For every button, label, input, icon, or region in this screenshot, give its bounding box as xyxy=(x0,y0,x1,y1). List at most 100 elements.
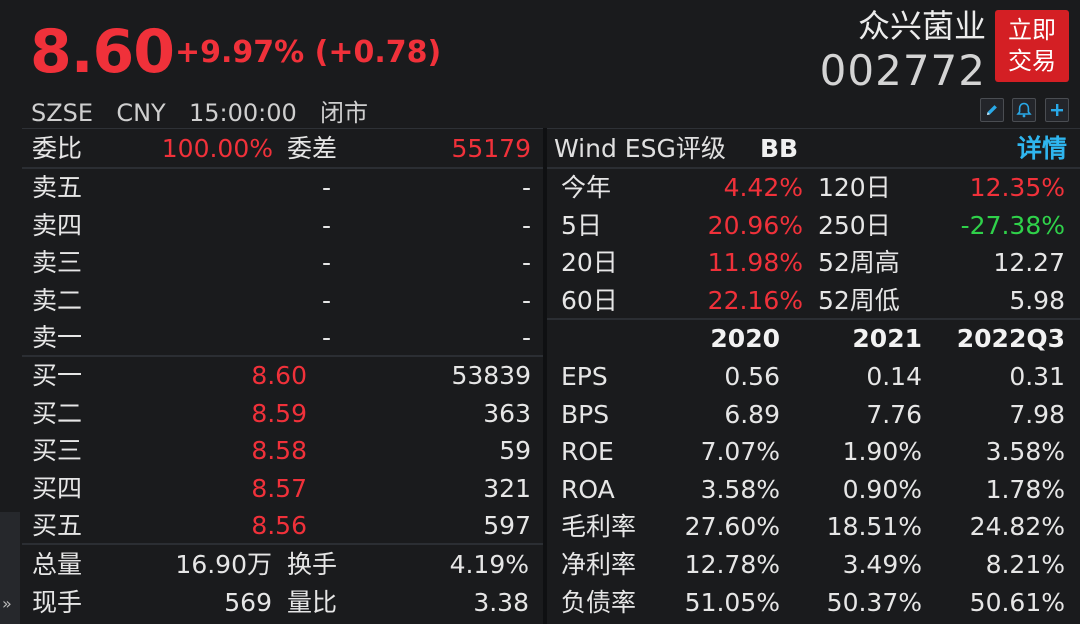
expand-icon[interactable]: » xyxy=(2,594,12,613)
ask-price: - xyxy=(321,285,331,315)
ask-price: - xyxy=(321,323,331,352)
weibi-row: 委比 100.00% 委差 55179 xyxy=(22,130,543,167)
esg-rating: BB xyxy=(760,134,799,163)
metric-value: 1.90% xyxy=(842,437,922,467)
period-label: 5日 xyxy=(561,210,602,240)
period-label: 今年 xyxy=(561,173,612,202)
metric-value: 7.76 xyxy=(866,399,922,429)
bid-price: 8.58 xyxy=(251,436,307,465)
last-price: 8.60 xyxy=(30,17,175,87)
metric-label: BPS xyxy=(561,399,610,429)
period-return: -27.38% xyxy=(960,210,1065,240)
ask-volume: - xyxy=(521,285,531,315)
ask-row: 卖三 - - xyxy=(22,244,543,281)
year-header: 2022Q3 xyxy=(956,324,1065,353)
stat-value: 3.38 xyxy=(473,588,529,617)
ask-price: - xyxy=(321,248,331,277)
esg-detail-link[interactable]: 详情 xyxy=(1017,130,1067,167)
year-header: 2020 xyxy=(710,324,780,353)
performance-row: 5日 20.96% 250日 -27.38% xyxy=(547,207,1080,244)
metric-value: 7.98 xyxy=(1009,399,1065,429)
period-return: 4.42% xyxy=(723,173,803,202)
stat-label: 总量 xyxy=(32,550,83,579)
metric-label: ROE xyxy=(561,437,614,467)
metric-label: ROA xyxy=(561,474,615,504)
ask-price: - xyxy=(321,210,331,240)
financials-row: ROE 7.07% 1.90% 3.58% xyxy=(547,433,1080,470)
metric-value: 0.56 xyxy=(724,362,780,391)
metric-value: 0.90% xyxy=(842,474,922,504)
bid-label: 买四 xyxy=(32,473,83,503)
esg-label: Wind ESG评级 xyxy=(554,134,726,163)
period-label: 60日 xyxy=(561,285,618,315)
period-label: 20日 xyxy=(561,248,618,277)
weibi-value: 100.00% xyxy=(161,134,273,163)
ask-label: 卖四 xyxy=(32,210,83,240)
ask-volume: - xyxy=(521,173,531,202)
order-book-panel: 委比 100.00% 委差 55179 卖五 - - 卖四 - - 卖三 - - 卖二 - - 卖一 - -… xyxy=(22,128,543,624)
period-return: 5.98 xyxy=(1009,285,1065,315)
metric-value: 50.37% xyxy=(826,587,922,617)
ask-volume: - xyxy=(521,210,531,240)
bid-row: 买一 8.60 53839 xyxy=(22,357,543,394)
esg-row: Wind ESG评级 BB 详情 xyxy=(547,130,1080,167)
financials-row: ROA 3.58% 0.90% 1.78% xyxy=(547,471,1080,508)
metric-value: 24.82% xyxy=(969,512,1065,542)
bid-volume: 321 xyxy=(483,473,531,503)
financials-header: 2020 2021 2022Q3 xyxy=(547,320,1080,357)
stat-value: 4.19% xyxy=(449,550,529,579)
trade-now-button[interactable]: 立即 交易 xyxy=(995,10,1069,82)
bid-price: 8.56 xyxy=(251,511,307,540)
pencil-icon[interactable] xyxy=(980,98,1004,122)
metric-value: 3.58% xyxy=(700,474,780,504)
bid-price: 8.60 xyxy=(251,361,307,390)
bell-icon[interactable] xyxy=(1012,98,1036,122)
period-return: 20.96% xyxy=(707,210,803,240)
bid-label: 买五 xyxy=(32,511,83,540)
stat-label: 现手 xyxy=(32,588,83,617)
stat-label: 换手 xyxy=(287,550,338,579)
period-label: 250日 xyxy=(818,210,891,240)
metric-label: EPS xyxy=(561,362,608,391)
metric-value: 8.21% xyxy=(985,550,1065,579)
metric-value: 0.14 xyxy=(866,362,922,391)
stat-value: 16.90万 xyxy=(175,550,272,579)
stock-name: 众兴菌业 xyxy=(857,7,986,45)
weibi-label: 委比 xyxy=(32,134,83,163)
year-header: 2021 xyxy=(852,324,922,353)
period-return: 12.35% xyxy=(969,173,1065,202)
financials-row: EPS 0.56 0.14 0.31 xyxy=(547,358,1080,395)
plus-icon[interactable] xyxy=(1045,98,1069,122)
stat-value: 569 xyxy=(224,588,272,617)
ask-price: - xyxy=(321,173,331,202)
bid-label: 买二 xyxy=(32,398,83,428)
metric-value: 0.31 xyxy=(1009,362,1065,391)
performance-row: 今年 4.42% 120日 12.35% xyxy=(547,169,1080,206)
metric-label: 毛利率 xyxy=(561,512,637,542)
bid-row: 买四 8.57 321 xyxy=(22,470,543,507)
ask-row: 卖四 - - xyxy=(22,207,543,244)
metric-value: 1.78% xyxy=(985,474,1065,504)
ask-row: 卖五 - - xyxy=(22,169,543,206)
bid-row: 买二 8.59 363 xyxy=(22,395,543,432)
metric-value: 51.05% xyxy=(684,587,780,617)
metric-value: 3.49% xyxy=(842,550,922,579)
period-return: 12.27 xyxy=(993,248,1065,277)
period-return: 11.98% xyxy=(707,248,803,277)
weicha-label: 委差 xyxy=(287,134,338,163)
period-return: 22.16% xyxy=(707,285,803,315)
bid-row: 买五 8.56 597 xyxy=(22,507,543,544)
bid-volume: 597 xyxy=(483,511,531,540)
bid-price: 8.59 xyxy=(251,398,307,428)
period-label: 52周高 xyxy=(818,248,900,277)
performance-row: 20日 11.98% 52周高 12.27 xyxy=(547,244,1080,281)
stats-row: 总量 16.90万 换手 4.19% xyxy=(22,546,543,583)
metric-value: 50.61% xyxy=(969,587,1065,617)
ask-label: 卖二 xyxy=(32,285,83,315)
bid-label: 买一 xyxy=(32,361,83,390)
stats-row: 现手 569 量比 3.38 xyxy=(22,584,543,621)
metric-value: 18.51% xyxy=(826,512,922,542)
bid-volume: 53839 xyxy=(451,361,531,390)
metric-value: 7.07% xyxy=(700,437,780,467)
ask-label: 卖一 xyxy=(32,323,83,352)
